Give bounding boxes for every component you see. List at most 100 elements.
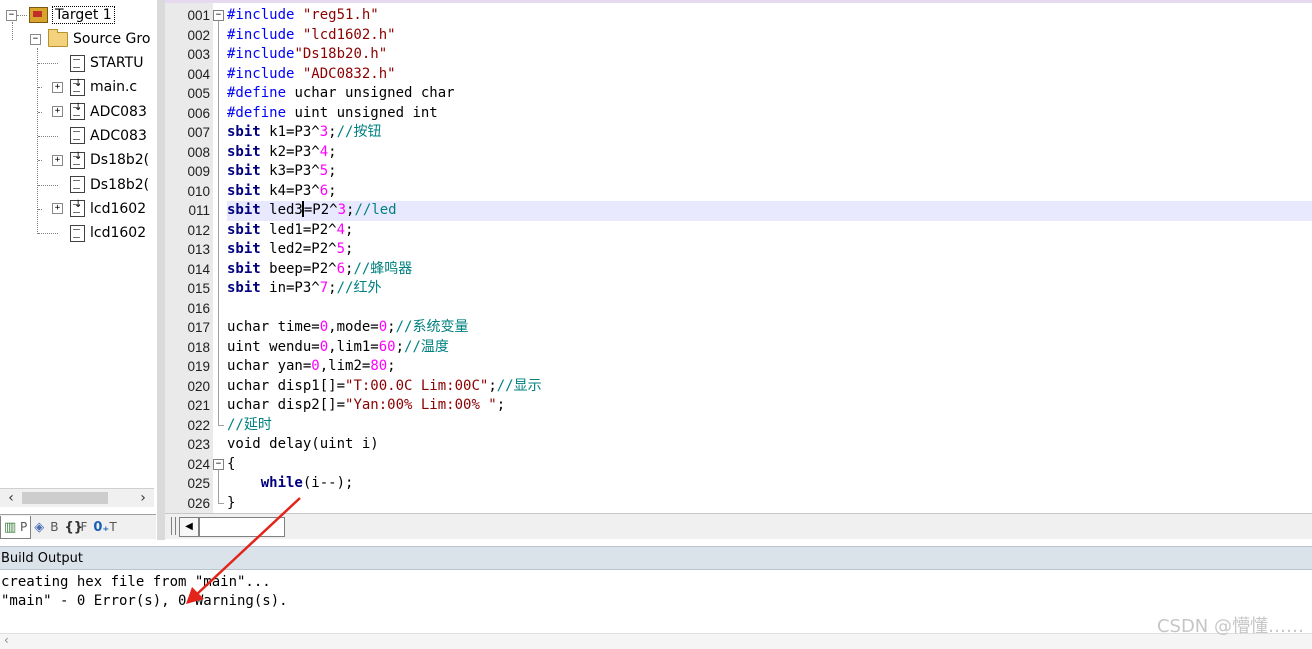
tab-functions[interactable]: {} F (61, 516, 90, 538)
collapse-icon[interactable]: − (30, 33, 41, 45)
scroll-track[interactable] (199, 517, 285, 537)
tree-file-item[interactable]: + ↓ lcd1602 (38, 198, 146, 220)
source-file-icon (70, 176, 85, 193)
tree-target[interactable]: − Target 1 (6, 4, 115, 26)
code-token: #include (227, 7, 303, 23)
code-editor[interactable]: 001 002 003 004 005 006 007 008 009 010 011 012 013 0… (165, 0, 1312, 540)
books-icon: ◈ (34, 520, 45, 535)
code-line[interactable]: sbit k3=P3^5; (227, 162, 1312, 182)
code-token: sbit (227, 241, 261, 257)
target-icon (29, 7, 48, 23)
fold-collapse-icon[interactable]: − (213, 10, 224, 21)
expand-icon[interactable]: + (52, 106, 63, 118)
code-token: 5 (336, 241, 346, 257)
tree-file-item[interactable]: Ds18b2( (38, 174, 149, 196)
code-line[interactable]: } (227, 494, 1312, 514)
code-token: ; (328, 280, 337, 296)
code-line[interactable]: sbit led1=P2^4; (227, 221, 1312, 241)
code-line[interactable]: sbit beep=P2^6;//蜂鸣器 (227, 260, 1312, 280)
tree-file-item[interactable]: STARTU (38, 52, 144, 74)
expand-icon[interactable]: + (52, 154, 63, 166)
tree-file-item[interactable]: + ↓ Ds18b2( (38, 149, 150, 171)
code-line[interactable]: sbit k1=P3^3;//按钮 (227, 123, 1312, 143)
source-file-icon: ↓ (70, 151, 85, 169)
code-line[interactable]: #define uint unsigned int (227, 104, 1312, 124)
tree-file-item[interactable]: + ↓ main.c (38, 76, 138, 98)
fold-collapse-icon[interactable]: − (213, 458, 224, 470)
code-token: sbit (227, 143, 261, 160)
code-token: //led (354, 202, 397, 218)
code-token: 4 (336, 221, 346, 238)
file-label: lcd1602 (90, 225, 147, 242)
line-number: 003 (187, 47, 210, 62)
functions-icon: {} (64, 520, 83, 535)
tree-file-item[interactable]: lcd1602 (38, 222, 147, 244)
line-number: 010 (187, 183, 210, 199)
code-line[interactable]: uchar yan=0,lim2=80; (227, 357, 1312, 377)
code-line[interactable]: sbit k4=P3^6; (227, 182, 1312, 202)
code-line[interactable]: while(i--); (227, 474, 1312, 494)
code-line[interactable]: sbit k2=P3^4; (227, 143, 1312, 163)
code-line[interactable]: uchar disp1[]="T:00.0C Lim:00C";//显示 (227, 377, 1312, 397)
code-line[interactable]: #include "ADC0832.h" (227, 65, 1312, 85)
code-token: uint wendu= (227, 338, 320, 355)
tab-label: F (80, 520, 88, 534)
project-horizontal-scrollbar[interactable]: ‹ › (0, 488, 154, 507)
scroll-left-icon[interactable]: ◀ (179, 517, 199, 537)
code-token: k3=P3^ (260, 163, 320, 179)
file-label: main.c (90, 79, 138, 96)
scroll-right-icon[interactable]: › (134, 489, 152, 507)
build-output-line: creating hex file from "main"... (1, 574, 271, 590)
expand-icon[interactable]: + (52, 203, 63, 215)
code-line[interactable]: void delay(uint i) (227, 435, 1312, 455)
code-token: led2=P2^ (260, 241, 337, 257)
code-area[interactable]: #include "reg51.h" #include "lcd1602.h" #i… (227, 3, 1312, 513)
collapse-icon[interactable]: − (6, 9, 17, 21)
code-line[interactable]: uint wendu=0,lim1=60;//温度 (227, 338, 1312, 358)
code-line[interactable]: sbit led2=P2^5; (227, 240, 1312, 260)
line-number: 025 (187, 476, 210, 491)
code-token: ; (488, 377, 497, 394)
editor-horizontal-scrollbar[interactable]: ◀ (165, 513, 1312, 539)
code-token: ; (395, 338, 405, 355)
tree-file-item[interactable]: + ↓ ADC083 (38, 101, 147, 123)
code-token: 0 (319, 319, 329, 335)
code-line[interactable]: #include "lcd1602.h" (227, 26, 1312, 46)
build-output-panel[interactable]: creating hex file from "main"... "main" … (0, 571, 1312, 633)
line-number: 026 (187, 495, 210, 511)
line-number: 001 (187, 8, 210, 23)
tab-project[interactable]: ▥ P (0, 515, 32, 539)
build-output-scrollbar[interactable]: ‹ (0, 633, 1312, 649)
tab-templates[interactable]: 0₊ T (90, 516, 119, 538)
current-code-line[interactable]: sbit led3=P2^3;//led (227, 201, 1312, 221)
code-line[interactable]: //延时 (227, 416, 1312, 436)
scroll-left-icon[interactable]: ‹ (4, 633, 9, 647)
tab-books[interactable]: ◈ B (31, 516, 61, 538)
code-line[interactable]: #include"Ds18b20.h" (227, 45, 1312, 65)
line-number: 007 (187, 125, 210, 140)
scroll-home-icon[interactable] (171, 517, 176, 535)
code-line[interactable]: uchar disp2[]="Yan:00% Lim:00% "; (227, 396, 1312, 416)
code-line[interactable]: { (227, 455, 1312, 475)
panel-splitter[interactable] (157, 0, 165, 540)
code-token: "lcd1602.h" (302, 26, 396, 43)
code-token: //显示 (496, 377, 542, 394)
scroll-left-icon[interactable]: ‹ (2, 489, 20, 507)
code-token: 5 (319, 163, 329, 179)
code-token: //温度 (404, 338, 449, 355)
scroll-thumb[interactable] (22, 492, 108, 504)
code-line[interactable]: uchar time=0,mode=0;//系统变量 (227, 318, 1312, 338)
code-token: 3 (337, 202, 347, 218)
code-token: } (227, 494, 236, 511)
tree-source-group[interactable]: − Source Gro (30, 28, 150, 50)
code-line[interactable] (227, 299, 1312, 319)
code-token: 0 (378, 319, 388, 335)
tree-file-item[interactable]: ADC083 (38, 125, 147, 147)
file-label: STARTU (90, 55, 144, 71)
code-line[interactable]: sbit in=P3^7;//红外 (227, 279, 1312, 299)
expand-icon[interactable]: + (52, 81, 63, 93)
file-label: Ds18b2( (90, 152, 150, 169)
code-line[interactable]: #define uchar unsigned char (227, 84, 1312, 104)
code-line[interactable]: #include "reg51.h" (227, 6, 1312, 26)
code-token: uchar disp1[]= (227, 377, 346, 394)
